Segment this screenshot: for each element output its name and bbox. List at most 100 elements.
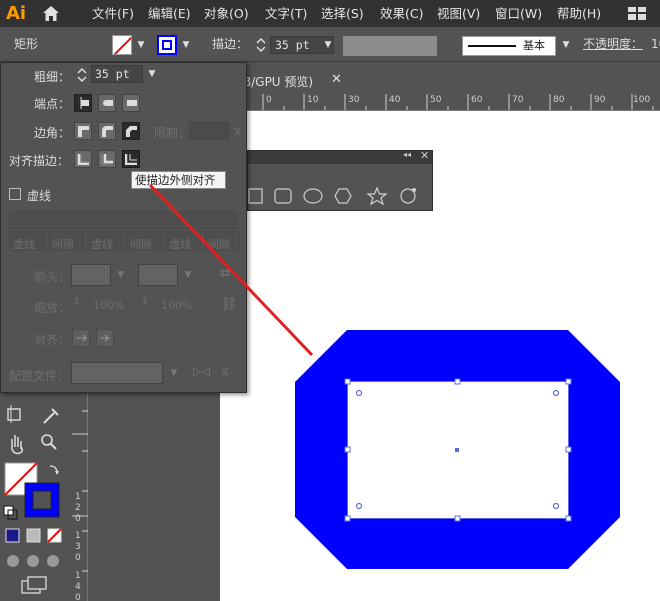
menu-help[interactable]: 帮助(H): [557, 0, 601, 27]
butt-cap-button[interactable]: [74, 94, 92, 112]
flip-along-icon[interactable]: ⧖: [221, 365, 229, 379]
limit-input: [189, 122, 229, 140]
variable-width-profile[interactable]: [343, 36, 437, 56]
scale-stepper-icon[interactable]: ⇕: [141, 297, 149, 307]
stroke-swatch[interactable]: [157, 35, 177, 55]
weight-input[interactable]: 35 pt: [91, 65, 143, 83]
zoom-icon[interactable]: [41, 434, 57, 450]
dash-header: 虚线: [91, 238, 113, 251]
end-scale-value[interactable]: 100%: [161, 299, 192, 312]
dash-header: 虚线: [169, 238, 191, 251]
arrow-tip-at-end-button[interactable]: [96, 329, 114, 347]
flip-axis-icon[interactable]: ▷◁: [193, 365, 210, 378]
swap-colors-icon[interactable]: [49, 465, 59, 475]
menu-effect[interactable]: 效果(C): [380, 0, 423, 27]
cap-label: 端点：: [34, 97, 71, 111]
draw-normal-icon[interactable]: [7, 555, 19, 567]
close-panel-icon[interactable]: ✕: [420, 149, 429, 162]
stroke-weight-label: 描边：: [212, 37, 249, 51]
round-cap-button[interactable]: [98, 94, 116, 112]
ruler-label: 2: [75, 503, 81, 513]
stroke-color-icon[interactable]: [24, 482, 60, 518]
document-tab-label: B/GPU 预览): [243, 75, 314, 89]
fill-swatch[interactable]: [112, 35, 132, 55]
stroke-dropdown-icon[interactable]: ▼: [180, 35, 192, 55]
artboard-tool-icon[interactable]: [7, 405, 21, 423]
scale-stepper-icon[interactable]: ⇕: [73, 297, 81, 307]
collapse-icon[interactable]: ◂◂: [403, 150, 411, 159]
ruler-label: 70: [512, 95, 524, 105]
ruler-label: 0: [266, 95, 272, 105]
menu-view[interactable]: 视图(V): [437, 0, 480, 27]
weight-stepper-icon[interactable]: [77, 67, 87, 83]
default-colors-icon[interactable]: [3, 505, 18, 520]
menu-object[interactable]: 对象(O): [204, 0, 249, 27]
dashed-line-checkbox[interactable]: [9, 188, 21, 200]
menu-edit[interactable]: 编辑(E): [148, 0, 191, 27]
arrow-tip-extend-button[interactable]: [72, 329, 90, 347]
projecting-cap-button[interactable]: [122, 94, 140, 112]
none-mode-icon[interactable]: [47, 528, 62, 543]
hand-icon[interactable]: [11, 435, 24, 455]
stroke-weight-dropdown-icon[interactable]: ▼: [322, 35, 334, 55]
menu-window[interactable]: 窗口(W): [495, 0, 542, 27]
round-join-button[interactable]: [98, 122, 116, 140]
color-mode-icon[interactable]: [5, 528, 20, 543]
link-scale-icon[interactable]: ⛓: [221, 297, 238, 312]
fill-dropdown-icon[interactable]: ▼: [135, 35, 147, 55]
ruler-label: 1: [75, 492, 81, 502]
start-arrowhead-select[interactable]: [71, 264, 111, 286]
draw-behind-icon[interactable]: [27, 555, 39, 567]
gap-header: 间隙: [130, 238, 152, 251]
center-point: [455, 448, 459, 452]
swap-arrows-icon[interactable]: ⇄: [220, 266, 231, 281]
scale-label: 缩放：: [34, 301, 71, 315]
stroke-stepper-icon[interactable]: [256, 37, 266, 53]
end-arrow-dropdown-icon[interactable]: ▼: [182, 265, 194, 285]
align-center-button[interactable]: [74, 150, 92, 168]
gap-header: 间隙: [208, 238, 230, 251]
menu-bar: Ai 文件(F) 编辑(E) 对象(O) 文字(T) 选择(S) 效果(C) 视…: [0, 0, 660, 27]
dash-preset-row: [9, 211, 237, 229]
ruler-label: 100: [633, 95, 651, 105]
opacity-label[interactable]: 不透明度：: [583, 27, 643, 62]
gap-header: 间隙: [52, 238, 74, 251]
draw-inside-icon[interactable]: [47, 555, 59, 567]
weight-dropdown-icon[interactable]: ▼: [146, 64, 158, 84]
ellipse-icon: [303, 188, 323, 204]
screen-mode-icon[interactable]: [21, 576, 47, 594]
profile-select[interactable]: [71, 362, 163, 384]
ruler-label: 90: [594, 95, 606, 105]
align-inside-button[interactable]: [98, 150, 116, 168]
miter-join-button[interactable]: [74, 122, 92, 140]
dashed-line-label: 虚线: [27, 189, 52, 203]
app-logo[interactable]: Ai: [6, 0, 30, 27]
brush-dropdown-icon[interactable]: ▼: [560, 35, 572, 55]
eyedropper-icon[interactable]: [43, 408, 59, 424]
home-icon[interactable]: [42, 5, 60, 22]
align-outside-button[interactable]: [122, 150, 140, 168]
menu-select[interactable]: 选择(S): [321, 0, 364, 27]
align-outside-tooltip: 使描边外侧对齐: [131, 171, 226, 189]
opacity-value[interactable]: 10: [651, 27, 660, 62]
tools-panel: [0, 393, 72, 601]
horizontal-ruler[interactable]: 10 0 10 30 40 50 60 70 80 90 100: [220, 94, 660, 111]
gradient-mode-icon[interactable]: [26, 528, 41, 543]
shapes-panel-header[interactable]: ◂◂ ✕: [248, 149, 432, 164]
bevel-join-button[interactable]: [122, 122, 140, 140]
profile-dropdown-icon[interactable]: ▼: [168, 363, 180, 383]
ruler-label: 80: [553, 95, 565, 105]
close-tab-icon[interactable]: ✕: [331, 72, 342, 87]
menu-type[interactable]: 文字(T): [265, 0, 307, 27]
start-scale-value[interactable]: 100%: [93, 299, 124, 312]
ruler-label: 3: [75, 542, 81, 552]
start-arrow-dropdown-icon[interactable]: ▼: [115, 265, 127, 285]
control-bar: 矩形 ▼ ▼ 描边： 35 pt ▼ 基本 ▼ 不透明度： 10: [0, 27, 660, 62]
ruler-label: 30: [348, 95, 360, 105]
arrowheads-label: 箭头：: [34, 270, 71, 284]
menu-file[interactable]: 文件(F): [92, 0, 134, 27]
end-arrowhead-select[interactable]: [138, 264, 178, 286]
workspace-switcher-icon[interactable]: [628, 7, 646, 20]
brush-definition-select[interactable]: 基本: [462, 36, 556, 56]
rounded-rect-icon: [274, 188, 292, 204]
